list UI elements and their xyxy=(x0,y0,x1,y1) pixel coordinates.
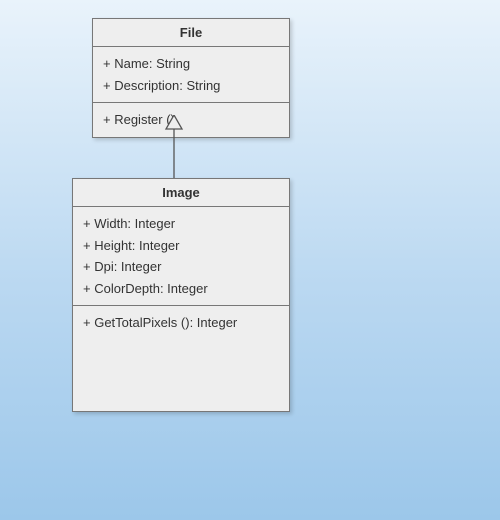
attribute: + Height: Integer xyxy=(83,235,279,257)
class-file[interactable]: File + Name: String + Description: Strin… xyxy=(92,18,290,138)
attribute: + ColorDepth: Integer xyxy=(83,278,279,300)
diagram-canvas: File + Name: String + Description: Strin… xyxy=(0,0,500,520)
operation: + GetTotalPixels (): Integer xyxy=(83,312,279,334)
class-image-operations: + GetTotalPixels (): Integer xyxy=(73,306,289,340)
class-image-title: Image xyxy=(73,179,289,207)
operation: + Register () xyxy=(103,109,279,131)
attribute: + Name: String xyxy=(103,53,279,75)
class-file-title: File xyxy=(93,19,289,47)
class-file-attributes: + Name: String + Description: String xyxy=(93,47,289,103)
class-file-operations: + Register () xyxy=(93,103,289,137)
class-image-attributes: + Width: Integer + Height: Integer + Dpi… xyxy=(73,207,289,306)
attribute: + Description: String xyxy=(103,75,279,97)
generalization-arrow-icon xyxy=(164,115,184,179)
attribute: + Width: Integer xyxy=(83,213,279,235)
class-image[interactable]: Image + Width: Integer + Height: Integer… xyxy=(72,178,290,412)
attribute: + Dpi: Integer xyxy=(83,256,279,278)
